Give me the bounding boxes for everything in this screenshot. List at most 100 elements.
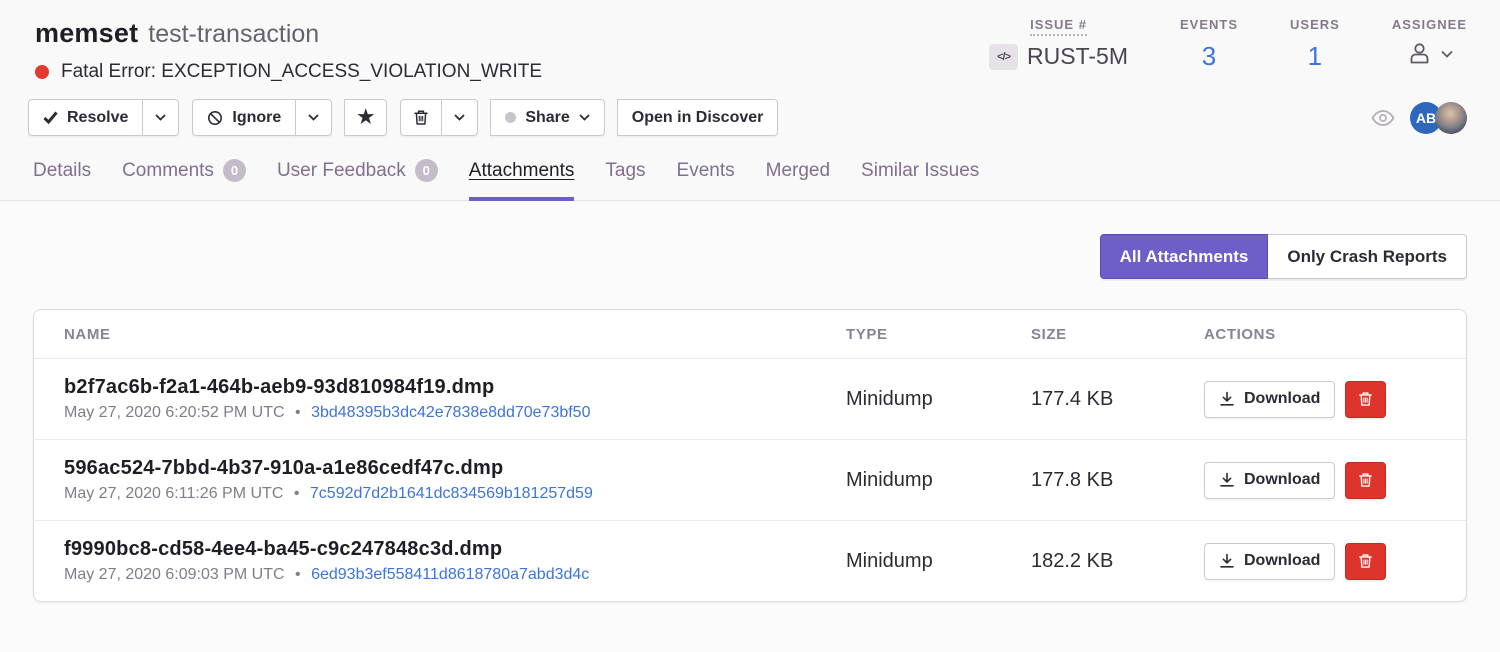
share-button-group: Share bbox=[491, 99, 604, 136]
attachment-type: Minidump bbox=[846, 469, 1031, 492]
table-row: b2f7ac6b-f2a1-464b-aeb9-93d810984f19.dmp… bbox=[34, 358, 1466, 439]
attachment-size: 177.8 KB bbox=[1031, 469, 1204, 492]
column-header-name: NAME bbox=[64, 326, 846, 343]
meta-separator: • bbox=[294, 485, 300, 502]
action-toolbar: Resolve Ignore bbox=[0, 83, 1500, 136]
table-header-row: NAME TYPE SIZE ACTIONS bbox=[34, 310, 1466, 358]
resolve-dropdown-button[interactable] bbox=[142, 99, 179, 136]
delete-button[interactable] bbox=[400, 99, 442, 136]
tab-attachments[interactable]: Attachments bbox=[469, 160, 575, 201]
attachment-name: f9990bc8-cd58-4ee4-ba45-c9c247848c3d.dmp bbox=[64, 538, 846, 561]
star-icon: ★ bbox=[357, 108, 374, 127]
open-in-discover-button[interactable]: Open in Discover bbox=[617, 99, 779, 136]
issue-number-label: ISSUE # bbox=[1030, 17, 1087, 36]
download-label: Download bbox=[1244, 471, 1320, 489]
stat-events: EVENTS 3 bbox=[1180, 17, 1238, 71]
stat-issue-number: ISSUE # </> RUST-5M bbox=[989, 17, 1128, 70]
tab-events[interactable]: Events bbox=[677, 160, 735, 201]
download-icon bbox=[1219, 472, 1235, 488]
ignore-button-group: Ignore bbox=[192, 99, 332, 136]
tab-details[interactable]: Details bbox=[33, 160, 91, 201]
viewer-avatar-photo[interactable] bbox=[1435, 102, 1467, 134]
table-row: f9990bc8-cd58-4ee4-ba45-c9c247848c3d.dmp… bbox=[34, 520, 1466, 601]
attachments-content: All Attachments Only Crash Reports NAME … bbox=[0, 234, 1500, 602]
attachment-date: May 27, 2020 6:09:03 PM UTC bbox=[64, 566, 285, 583]
chevron-down-icon bbox=[155, 114, 166, 121]
column-header-actions: ACTIONS bbox=[1204, 326, 1466, 343]
trash-icon bbox=[413, 109, 429, 126]
star-button[interactable]: ★ bbox=[344, 99, 387, 136]
download-icon bbox=[1219, 391, 1235, 407]
tab-merged[interactable]: Merged bbox=[766, 160, 830, 201]
ignore-dropdown-button[interactable] bbox=[295, 99, 332, 136]
attachment-size: 182.2 KB bbox=[1031, 550, 1204, 573]
users-count[interactable]: 1 bbox=[1308, 41, 1322, 71]
chevron-down-icon bbox=[1441, 50, 1453, 58]
meta-separator: • bbox=[295, 404, 301, 421]
issue-tab-bar: Details Comments 0 User Feedback 0 Attac… bbox=[0, 159, 1500, 201]
eye-icon bbox=[1371, 110, 1395, 126]
attachment-date: May 27, 2020 6:20:52 PM UTC bbox=[64, 404, 285, 421]
issue-culprit: memset bbox=[35, 18, 138, 48]
check-icon bbox=[43, 111, 58, 124]
trash-icon bbox=[1358, 472, 1373, 488]
assignee-selector[interactable] bbox=[1406, 40, 1453, 67]
attachment-size: 177.4 KB bbox=[1031, 388, 1204, 411]
attachment-type: Minidump bbox=[846, 388, 1031, 411]
issue-short-id[interactable]: </> RUST-5M bbox=[989, 43, 1128, 70]
attachment-date: May 27, 2020 6:11:26 PM UTC bbox=[64, 485, 283, 502]
chevron-down-icon bbox=[308, 114, 319, 121]
assignee-label: ASSIGNEE bbox=[1392, 17, 1467, 32]
trash-icon bbox=[1358, 553, 1373, 569]
issue-header-section: memset test-transaction Fatal Error: EXCE… bbox=[0, 0, 1500, 201]
download-button[interactable]: Download bbox=[1204, 462, 1335, 499]
stat-assignee: ASSIGNEE bbox=[1392, 17, 1467, 67]
tab-user-feedback[interactable]: User Feedback 0 bbox=[277, 159, 438, 201]
download-button[interactable]: Download bbox=[1204, 543, 1335, 580]
person-icon bbox=[1406, 40, 1433, 67]
download-label: Download bbox=[1244, 390, 1320, 408]
events-count[interactable]: 3 bbox=[1202, 41, 1216, 71]
chevron-down-icon bbox=[454, 114, 465, 121]
resolve-button-group: Resolve bbox=[28, 99, 179, 136]
only-crash-reports-button[interactable]: Only Crash Reports bbox=[1268, 234, 1467, 279]
all-attachments-button[interactable]: All Attachments bbox=[1100, 234, 1269, 279]
delete-dropdown-button[interactable] bbox=[441, 99, 478, 136]
share-status-dot bbox=[505, 112, 516, 123]
attachment-name: 596ac524-7bbd-4b37-910a-a1e86cedf47c.dmp bbox=[64, 457, 846, 480]
table-row: 596ac524-7bbd-4b37-910a-a1e86cedf47c.dmp… bbox=[34, 439, 1466, 520]
attachment-name: b2f7ac6b-f2a1-464b-aeb9-93d810984f19.dmp bbox=[64, 376, 846, 399]
no-entry-icon bbox=[207, 110, 223, 126]
stat-users: USERS 1 bbox=[1290, 17, 1340, 71]
code-icon: </> bbox=[989, 44, 1018, 70]
attachments-table: NAME TYPE SIZE ACTIONS b2f7ac6b-f2a1-464… bbox=[33, 309, 1467, 602]
column-header-type: TYPE bbox=[846, 326, 1031, 343]
delete-attachment-button[interactable] bbox=[1345, 381, 1386, 418]
delete-attachment-button[interactable] bbox=[1345, 543, 1386, 580]
column-header-size: SIZE bbox=[1031, 326, 1204, 343]
issue-transaction: test-transaction bbox=[148, 20, 319, 48]
event-id-link[interactable]: 3bd48395b3dc42e7838e8dd70e73bf50 bbox=[311, 404, 590, 421]
events-label: EVENTS bbox=[1180, 17, 1238, 32]
tab-count-badge: 0 bbox=[223, 159, 246, 182]
share-button[interactable]: Share bbox=[490, 99, 604, 136]
issue-stats: ISSUE # </> RUST-5M EVENTS 3 USERS 1 ASS… bbox=[937, 16, 1467, 83]
download-button[interactable]: Download bbox=[1204, 381, 1335, 418]
error-message: Fatal Error: EXCEPTION_ACCESS_VIOLATION_… bbox=[61, 61, 542, 83]
download-label: Download bbox=[1244, 552, 1320, 570]
attachment-type: Minidump bbox=[846, 550, 1031, 573]
chevron-down-icon bbox=[579, 114, 590, 121]
tab-similar-issues[interactable]: Similar Issues bbox=[861, 160, 979, 201]
resolve-button[interactable]: Resolve bbox=[28, 99, 143, 136]
tab-comments[interactable]: Comments 0 bbox=[122, 159, 246, 201]
delete-attachment-button[interactable] bbox=[1345, 462, 1386, 499]
ignore-button[interactable]: Ignore bbox=[192, 99, 296, 136]
attachment-filter-toggle: All Attachments Only Crash Reports bbox=[1100, 234, 1467, 279]
users-label: USERS bbox=[1290, 17, 1340, 32]
bookmark-button-group: ★ bbox=[345, 99, 387, 136]
event-id-link[interactable]: 6ed93b3ef558411d8618780a7abd3d4c bbox=[311, 566, 589, 583]
tab-tags[interactable]: Tags bbox=[605, 160, 645, 201]
delete-button-group bbox=[400, 99, 478, 136]
meta-separator: • bbox=[295, 566, 301, 583]
event-id-link[interactable]: 7c592d7d2b1641dc834569b181257d59 bbox=[310, 485, 593, 502]
